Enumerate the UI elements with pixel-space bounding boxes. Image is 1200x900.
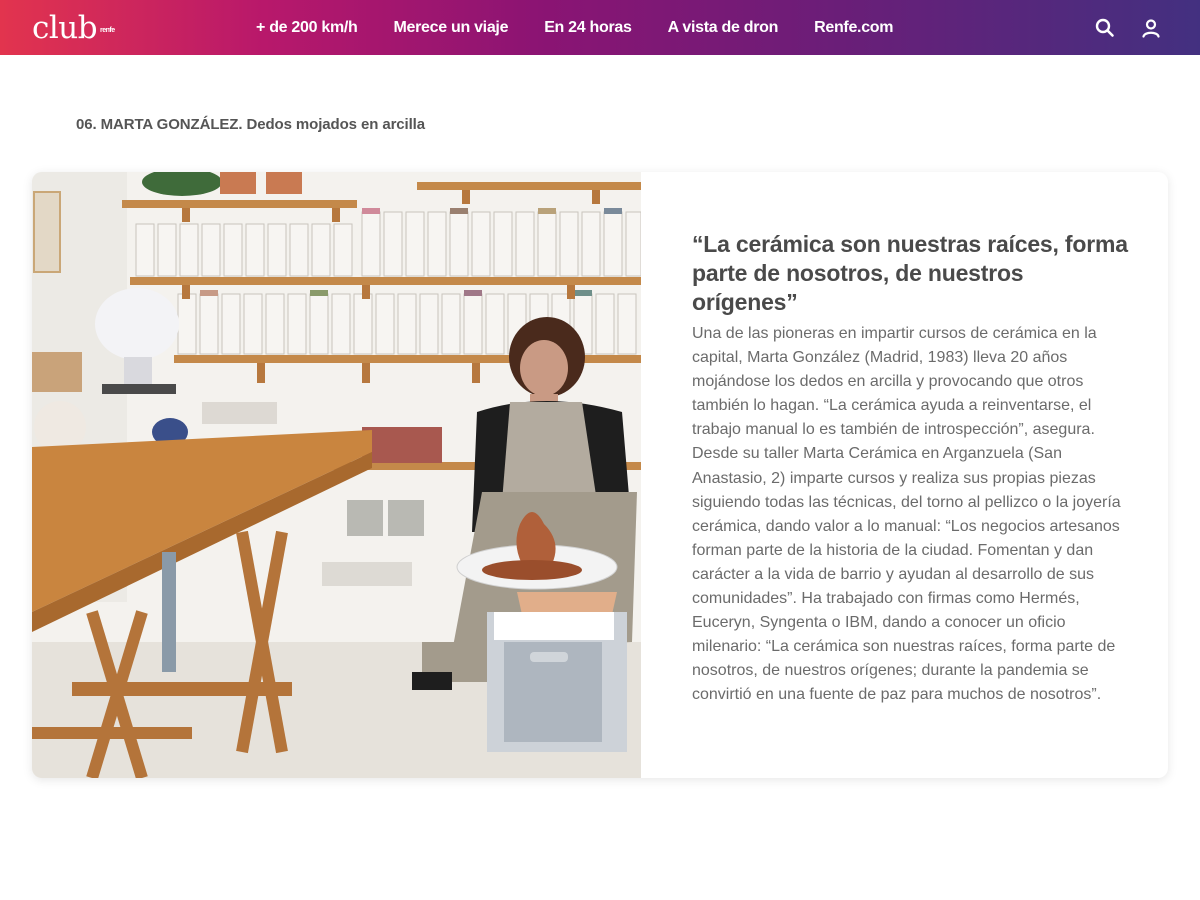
nav-item-a-vista-de-dron[interactable]: A vista de dron bbox=[668, 19, 779, 37]
nav-item-merece-un-viaje[interactable]: Merece un viaje bbox=[394, 19, 509, 37]
user-icon[interactable] bbox=[1140, 17, 1162, 39]
nav-item-en-24-horas[interactable]: En 24 horas bbox=[544, 19, 632, 37]
logo-text: club bbox=[32, 10, 98, 46]
nav-item-renfe-com[interactable]: Renfe.com bbox=[814, 19, 893, 37]
club-logo[interactable]: club renfe bbox=[32, 8, 115, 48]
top-navigation-bar: club renfe + de 200 km/h Merece un viaje… bbox=[0, 0, 1200, 55]
logo-superscript: renfe bbox=[100, 27, 115, 34]
nav-item-200kmh[interactable]: + de 200 km/h bbox=[256, 19, 358, 37]
article-body-text: Una de las pioneras en impartir cursos d… bbox=[692, 325, 1121, 704]
article-card: “La cerámica son nuestras raíces, forma … bbox=[32, 172, 1168, 778]
section-title: 06. MARTA GONZÁLEZ. Dedos mojados en arc… bbox=[76, 116, 425, 133]
search-icon[interactable] bbox=[1094, 17, 1116, 39]
main-nav: + de 200 km/h Merece un viaje En 24 hora… bbox=[256, 0, 929, 55]
ceramic-workshop-photo bbox=[32, 172, 641, 778]
pull-quote: “La cerámica son nuestras raíces, forma … bbox=[692, 231, 1128, 315]
